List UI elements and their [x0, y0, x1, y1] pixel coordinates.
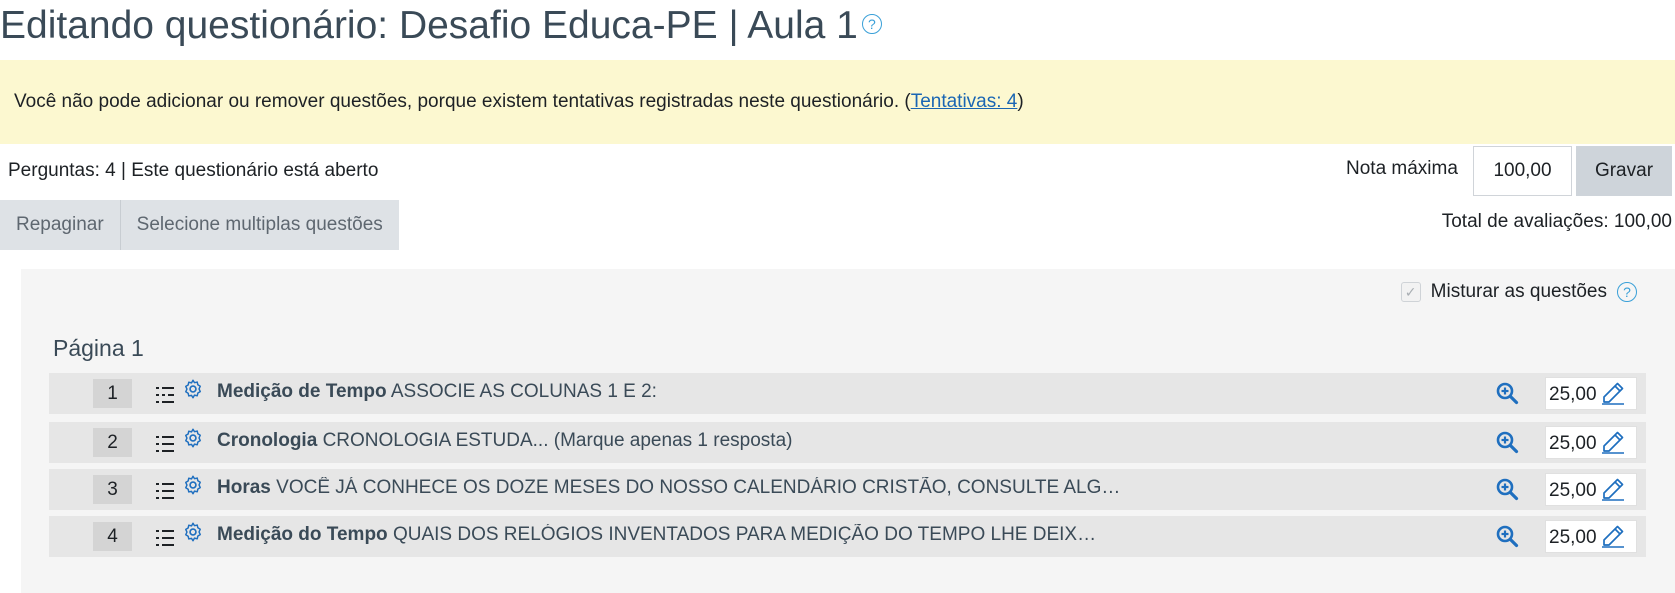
- question-number: 4: [93, 522, 132, 551]
- question-number: 1: [93, 379, 132, 408]
- mark-value: 25,00: [1549, 384, 1597, 405]
- attempts-warning-alert: Você não pode adicionar ou remover quest…: [0, 60, 1675, 144]
- question-name: Cronologia: [217, 430, 318, 451]
- gear-icon[interactable]: [182, 378, 204, 400]
- pencil-icon[interactable]: [1601, 477, 1625, 501]
- page-title-text: Editando questionário: Desafio Educa-PE …: [0, 4, 858, 47]
- mark-value: 25,00: [1549, 527, 1597, 548]
- mark-value: 25,00: [1549, 433, 1597, 454]
- mark-value: 25,00: [1549, 480, 1597, 501]
- zoom-in-icon[interactable]: [1495, 477, 1519, 501]
- question-slot: 2 Cronologia CRONOLOGIA ESTUDA... (Marqu…: [49, 422, 1646, 463]
- quiz-status: Perguntas: 4 | Este questionário está ab…: [8, 160, 379, 181]
- question-name: Horas: [217, 477, 271, 498]
- max-grade-input[interactable]: [1473, 146, 1572, 196]
- question-mark: 25,00: [1545, 520, 1637, 553]
- alert-suffix: ): [1017, 91, 1024, 112]
- question-mark: 25,00: [1545, 377, 1637, 410]
- total-grades: Total de avaliações: 100,00: [1441, 211, 1672, 232]
- page-title: Editando questionário: Desafio Educa-PE …: [0, 2, 882, 50]
- pencil-icon[interactable]: [1601, 430, 1625, 454]
- attempts-link[interactable]: Tentativas: 4: [911, 91, 1018, 113]
- zoom-in-icon[interactable]: [1495, 381, 1519, 405]
- max-grade-label: Nota máxima: [1346, 158, 1458, 179]
- question-text: Medição de Tempo ASSOCIE AS COLUNAS 1 E …: [217, 381, 657, 403]
- shuffle-label: Misturar as questões: [1430, 281, 1607, 302]
- repaginate-button[interactable]: Repaginar: [0, 200, 120, 250]
- edit-toolbar: Repaginar Selecione multiplas questões: [0, 200, 399, 250]
- match-icon[interactable]: [155, 384, 175, 406]
- multichoice-icon[interactable]: [155, 527, 175, 549]
- question-name: Medição de Tempo: [217, 381, 387, 402]
- multichoice-icon[interactable]: [155, 480, 175, 502]
- question-preview-text: VOCÊ JÁ CONHECE OS DOZE MESES DO NOSSO C…: [276, 477, 1121, 498]
- zoom-in-icon[interactable]: [1495, 524, 1519, 548]
- select-multiple-button[interactable]: Selecione multiplas questões: [119, 200, 399, 250]
- question-text: Cronologia CRONOLOGIA ESTUDA... (Marque …: [217, 430, 792, 452]
- question-slot: 4 Medição do Tempo QUAIS DOS RELÓGIOS IN…: [49, 516, 1646, 557]
- question-text: Horas VOCÊ JÁ CONHECE OS DOZE MESES DO N…: [217, 477, 1120, 499]
- question-number: 2: [93, 428, 132, 457]
- question-preview-text: QUAIS DOS RELÓGIOS INVENTADOS PARA MEDIÇ…: [392, 524, 1097, 545]
- question-circle-icon[interactable]: ?: [861, 13, 882, 34]
- question-preview-text: ASSOCIE AS COLUNAS 1 E 2:: [390, 381, 657, 402]
- pencil-icon[interactable]: [1601, 381, 1625, 405]
- multichoice-icon[interactable]: [155, 433, 175, 455]
- question-slot: 1 Medição de Tempo ASSOCIE AS COLUNAS 1 …: [49, 373, 1646, 414]
- shuffle-questions: ✓ Misturar as questões ?: [1400, 281, 1637, 303]
- shuffle-checkbox[interactable]: ✓: [1400, 282, 1421, 302]
- question-name: Medição do Tempo: [217, 524, 388, 545]
- question-circle-icon[interactable]: ?: [1617, 282, 1637, 302]
- question-number: 3: [93, 475, 132, 504]
- save-button[interactable]: Gravar: [1576, 146, 1672, 196]
- question-slot: 3 Horas VOCÊ JÁ CONHECE OS DOZE MESES DO…: [49, 469, 1646, 510]
- pencil-icon[interactable]: [1601, 524, 1625, 548]
- quiz-section: ✓ Misturar as questões ? Página 1 1 Medi…: [21, 269, 1675, 593]
- gear-icon[interactable]: [182, 521, 204, 543]
- alert-message: Você não pode adicionar ou remover quest…: [14, 91, 911, 112]
- question-mark: 25,00: [1545, 473, 1637, 506]
- zoom-in-icon[interactable]: [1495, 430, 1519, 454]
- gear-icon[interactable]: [182, 427, 204, 449]
- question-text: Medição do Tempo QUAIS DOS RELÓGIOS INVE…: [217, 524, 1096, 546]
- question-preview-text: CRONOLOGIA ESTUDA... (Marque apenas 1 re…: [322, 430, 793, 451]
- page-heading: Página 1: [53, 335, 144, 361]
- question-mark: 25,00: [1545, 426, 1637, 459]
- gear-icon[interactable]: [182, 474, 204, 496]
